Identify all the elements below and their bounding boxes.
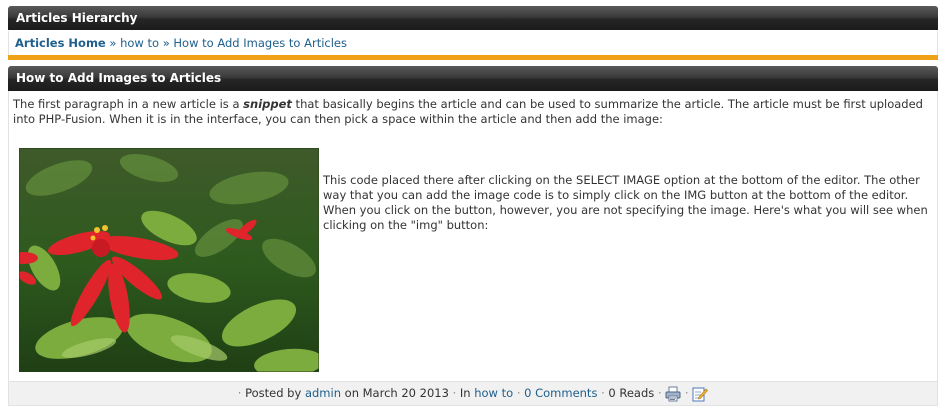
breadcrumb-category-link[interactable]: how to [120,36,159,50]
article-intro: The first paragraph in a new article is … [13,97,928,127]
posted-by-label: Posted by [245,386,302,400]
hierarchy-title: Articles Hierarchy [16,11,138,25]
footer-bullet: · [237,386,242,400]
article-header: How to Add Images to Articles [8,66,938,91]
breadcrumb-home-link[interactable]: Articles Home [15,36,106,50]
breadcrumb-current-link[interactable]: How to Add Images to Articles [173,36,347,50]
reads-count: 0 Reads [608,386,655,400]
article-side-text: This code placed there after clicking on… [323,173,928,232]
printer-icon[interactable] [665,386,681,402]
post-date: on March 20 2013 [344,386,449,400]
breadcrumb-separator: » [162,36,170,50]
footer-bullet: · [684,386,689,400]
article-footer: · Posted by admin on March 20 2013 · In … [8,381,938,406]
intro-emphasis: snippet [243,97,292,111]
breadcrumb-separator: » [109,36,117,50]
article-title: How to Add Images to Articles [16,71,222,85]
footer-bullet: · [601,386,605,400]
article-body: The first paragraph in a new article is … [8,91,938,381]
comments-link[interactable]: 0 Comments [524,386,597,400]
footer-bullet: · [516,386,521,400]
hierarchy-header: Articles Hierarchy [8,6,938,30]
category-link[interactable]: how to [474,386,513,400]
footer-bullet: · [657,386,662,400]
breadcrumb: Articles Home » how to » How to Add Imag… [8,31,938,55]
edit-icon[interactable] [692,386,709,402]
article-image [19,148,319,372]
author-link[interactable]: admin [305,386,341,400]
footer-bullet: · [452,386,457,400]
in-label: In [459,386,471,400]
accent-divider [8,55,938,60]
intro-text: The first paragraph in a new article is … [13,97,244,111]
